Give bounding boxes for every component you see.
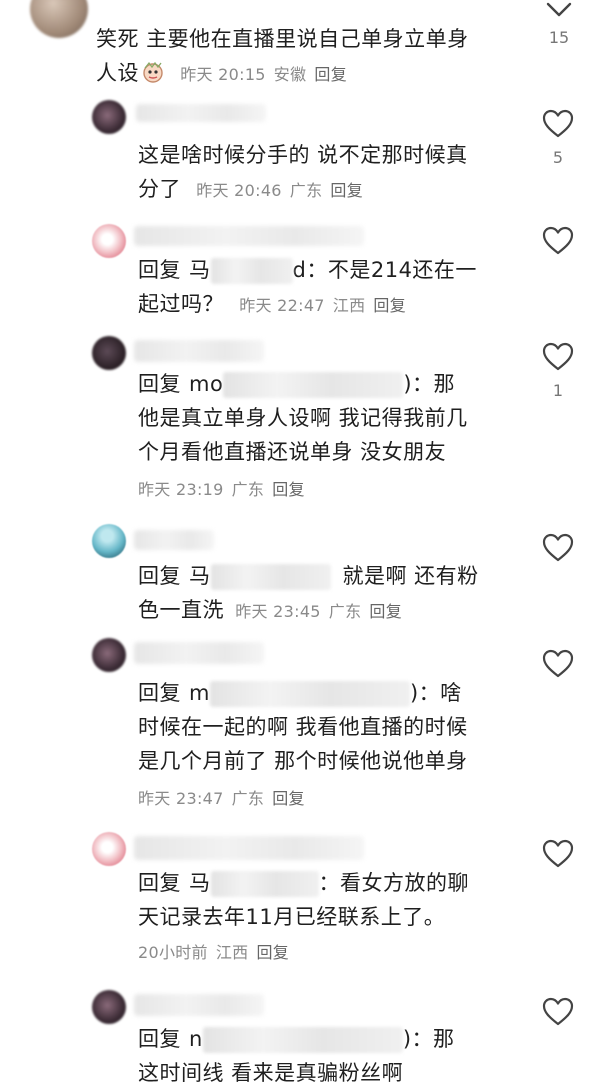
reply-location: 广东: [231, 480, 265, 499]
username[interactable]: [134, 642, 264, 664]
reply-button[interactable]: 回复: [272, 480, 305, 499]
reply-meta: 昨天 20:46 广东 回复: [196, 181, 363, 200]
heart-outline-icon[interactable]: [541, 340, 575, 374]
chevron-down-icon[interactable]: [544, 0, 574, 22]
avatar[interactable]: [92, 100, 126, 134]
face-emoji-icon: [143, 61, 163, 83]
masked-mention: [210, 258, 293, 284]
like-count: 1: [552, 381, 564, 400]
reply-time: 20小时前: [138, 943, 208, 962]
username[interactable]: [134, 530, 214, 550]
heart-outline-icon[interactable]: [541, 837, 575, 871]
reply-button[interactable]: 回复: [272, 789, 305, 808]
reply-location: 广东: [231, 789, 265, 808]
masked-mention: [202, 1027, 403, 1053]
reply-text: 回复马就是啊 还有粉 色一直洗 昨天 23:45 广东 回复: [138, 564, 479, 622]
reply-button[interactable]: 回复: [330, 181, 363, 200]
reply-time: 昨天 23:47: [138, 789, 224, 808]
reply-text: 回复 mo)：那 他是真立单身人设啊 我记得我前几 个月看他直播还说单身 没女朋友…: [138, 367, 468, 507]
masked-mention: [210, 871, 319, 897]
masked-mention: [223, 372, 404, 398]
like-count: 15: [548, 28, 570, 47]
masked-mention: [209, 681, 410, 707]
heart-outline-icon[interactable]: [541, 531, 575, 565]
reply-location: 广东: [328, 602, 362, 621]
username[interactable]: [134, 340, 264, 362]
avatar[interactable]: [30, 0, 88, 38]
reply-meta: 昨天 23:19 广东 回复: [138, 473, 468, 507]
reply-text: 回复 n)：那 这时间线 看来是真骗粉丝啊: [138, 1027, 455, 1085]
comment-time: 昨天 20:15: [180, 65, 266, 84]
masked-mention: [210, 564, 331, 590]
username[interactable]: [136, 104, 266, 122]
reply-meta: 20小时前 江西 回复: [138, 936, 469, 970]
reply-text: 这是啥时候分手的 说不定那时候真 分了 昨天 20:46 广东 回复: [138, 143, 468, 201]
heart-outline-icon[interactable]: [541, 107, 575, 141]
reply-time: 昨天 22:47: [239, 296, 325, 315]
avatar[interactable]: [92, 638, 126, 672]
reply-meta: 昨天 22:47 江西 回复: [239, 296, 406, 315]
comment-text: 笑死 主要他在直播里说自己单身立单身 人设 昨天 20:15 安徽 回复: [96, 27, 469, 85]
avatar[interactable]: [92, 990, 126, 1024]
reply-text: 回复马 d：不是214还在一 起过吗？ 昨天 22:47 江西 回复: [138, 258, 477, 316]
heart-outline-icon[interactable]: [541, 647, 575, 681]
reply-time: 昨天 23:45: [235, 602, 321, 621]
avatar[interactable]: [92, 224, 126, 258]
reply-meta: 昨天 23:47 广东 回复: [138, 782, 468, 816]
reply-time: 昨天 20:46: [196, 181, 282, 200]
avatar[interactable]: [92, 832, 126, 866]
username[interactable]: [134, 226, 364, 246]
reply-text: 回复马：看女方放的聊 天记录去年11月已经联系上了。 20小时前 江西 回复: [138, 866, 469, 970]
reply-location: 广东: [289, 181, 323, 200]
reply-button[interactable]: 回复: [373, 296, 406, 315]
heart-outline-icon[interactable]: [541, 224, 575, 258]
reply-text: 回复 m)：啥 时候在一起的啊 我看他直播的时候 是几个月前了 那个时候他说他单身…: [138, 676, 468, 816]
username[interactable]: [134, 836, 364, 860]
reply-meta: 昨天 23:45 广东 回复: [235, 602, 402, 621]
reply-button[interactable]: 回复: [369, 602, 402, 621]
like-count: 5: [552, 148, 564, 167]
reply-button[interactable]: 回复: [314, 65, 347, 84]
reply-location: 江西: [332, 296, 366, 315]
comment-meta: 昨天 20:15 安徽 回复: [180, 65, 347, 84]
comment-location: 安徽: [273, 65, 307, 84]
avatar[interactable]: [92, 524, 126, 558]
avatar[interactable]: [92, 336, 126, 370]
heart-outline-icon[interactable]: [541, 995, 575, 1029]
reply-button[interactable]: 回复: [256, 943, 289, 962]
username[interactable]: [134, 994, 264, 1016]
reply-time: 昨天 23:19: [138, 480, 224, 499]
reply-location: 江西: [215, 943, 249, 962]
